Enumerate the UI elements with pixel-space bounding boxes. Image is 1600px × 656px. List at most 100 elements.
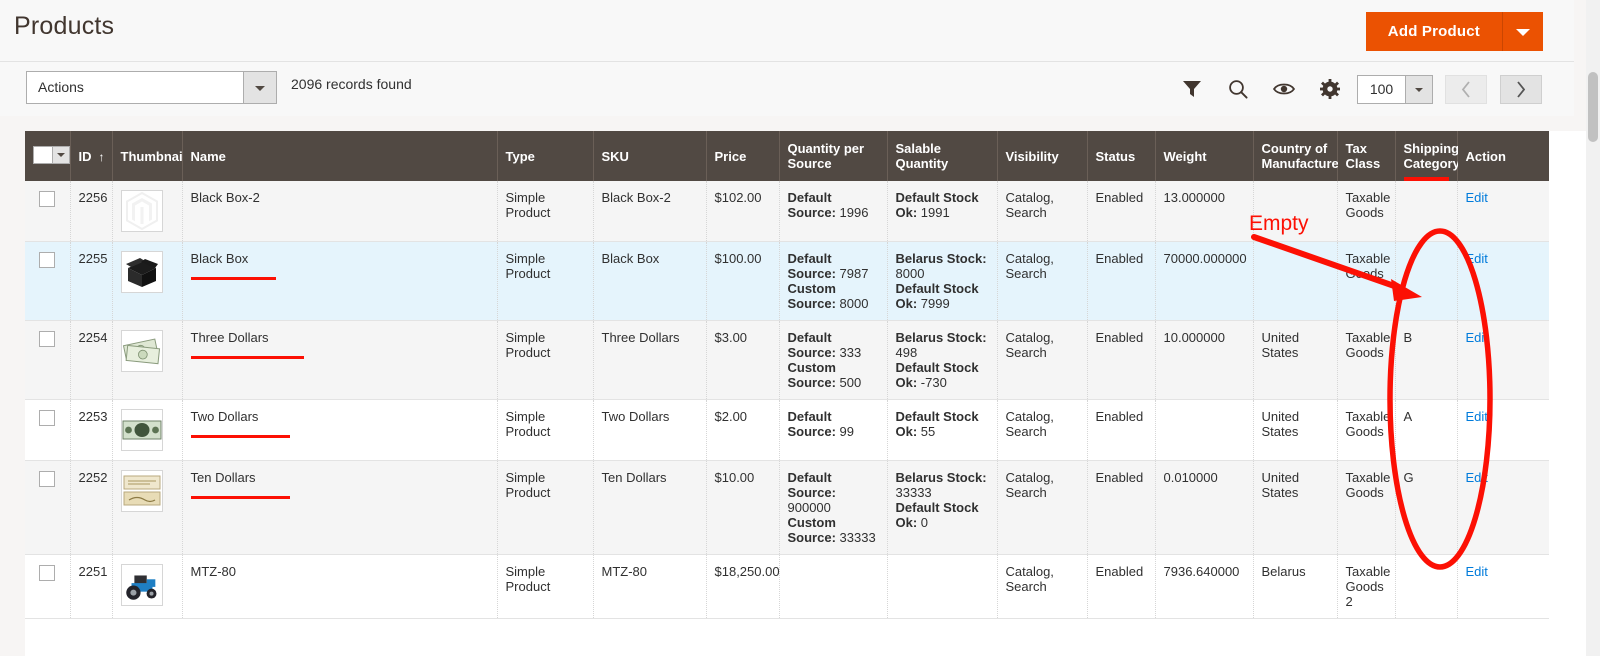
tax-class-value: Taxable Goods — [1345, 251, 1391, 281]
per-page-selector[interactable]: 100 — [1357, 75, 1433, 104]
row-checkbox[interactable] — [39, 470, 56, 487]
product-id-value: 2252 — [78, 470, 108, 485]
column-header-visibility[interactable]: Visibility — [997, 131, 1088, 181]
table-row[interactable]: 2252 Ten Dollars Simple Product Ten Dollars… — [25, 460, 1549, 555]
column-header-thumbnail[interactable]: Thumbnail — [112, 131, 186, 181]
column-header-name[interactable]: Name — [182, 131, 498, 181]
table-row[interactable]: 2253 Two Dollars Simple Product Two Dollars… — [25, 399, 1549, 461]
two-dollar-bill-icon — [120, 409, 163, 451]
product-visibility: Catalog, Search — [997, 241, 1088, 321]
table-row[interactable]: 2251 MTZ-80 Simple Product MTZ-80 $18,250.00… — [25, 554, 1549, 619]
product-status-value: Enabled — [1095, 470, 1144, 485]
column-header-label: Price — [714, 148, 747, 164]
column-header-select[interactable] — [25, 131, 71, 181]
product-thumbnail-cell — [112, 399, 183, 461]
eye-icon[interactable] — [1273, 78, 1295, 100]
column-header-status[interactable]: Status — [1087, 131, 1156, 181]
product-sku: Three Dollars — [593, 320, 707, 400]
product-name-value: Three Dollars — [190, 330, 269, 345]
country-of-manufacture-value: United States — [1261, 330, 1300, 360]
salable-quantity-entry: Default Stock Ok: 1991 — [896, 190, 989, 220]
salable-quantity: Belarus Stock: 33333 Default Stock Ok: 0 — [887, 460, 998, 555]
search-icon[interactable] — [1227, 78, 1249, 100]
chevron-down-icon[interactable] — [243, 72, 276, 103]
product-name-cell: Ten Dollars — [182, 460, 498, 555]
filter-icon[interactable] — [1181, 78, 1203, 100]
quantity-per-source-label: Custom Source: — [787, 360, 836, 390]
select-all-dropdown[interactable] — [33, 146, 70, 164]
product-status: Enabled — [1087, 241, 1156, 321]
row-checkbox[interactable] — [39, 190, 56, 207]
product-status-value: Enabled — [1095, 330, 1144, 345]
chevron-right-icon — [1517, 81, 1526, 98]
shipping-category: G — [1395, 460, 1458, 555]
column-header-weight[interactable]: Weight — [1155, 131, 1254, 181]
column-header-label: Tax Class — [1345, 141, 1381, 171]
column-header-action[interactable]: Action — [1457, 131, 1549, 181]
edit-link[interactable]: Edit — [1466, 409, 1488, 424]
vertical-scrollbar-thumb[interactable] — [1588, 72, 1598, 142]
chevron-left-icon — [1461, 81, 1470, 98]
vertical-scrollbar-track[interactable] — [1586, 0, 1600, 656]
product-price: $10.00 — [706, 460, 780, 555]
table-row[interactable]: 2254 Three Dollars Simple Product Three Dol… — [25, 320, 1549, 400]
column-header-salable_qty[interactable]: Salable Quantity — [887, 131, 998, 181]
tax-class-value: Taxable Goods — [1345, 409, 1391, 439]
tax-class: Taxable Goods — [1337, 181, 1396, 242]
column-header-qty_per_source[interactable]: Quantity per Source — [779, 131, 888, 181]
column-header-price[interactable]: Price — [706, 131, 780, 181]
edit-link[interactable]: Edit — [1466, 190, 1488, 205]
product-type: Simple Product — [497, 320, 594, 400]
product-id-value: 2256 — [78, 190, 108, 205]
row-checkbox[interactable] — [39, 564, 56, 581]
chevron-down-icon[interactable] — [52, 147, 69, 163]
previous-page-button[interactable] — [1445, 75, 1487, 104]
table-row[interactable]: 2256 Black Box-2 Simple Product Black Box-2… — [25, 181, 1549, 242]
annotation-name-underline — [190, 435, 290, 438]
products-table: ID ↑ Thumbnail Name Type SKU Price Quantity per… — [25, 131, 1549, 619]
product-thumbnail-cell — [112, 241, 183, 321]
row-checkbox-cell — [25, 554, 71, 619]
actions-dropdown[interactable]: Actions — [26, 71, 277, 104]
add-product-split-button: Add Product — [1365, 12, 1543, 51]
product-price-value: $18,250.00 — [714, 564, 780, 579]
edit-link[interactable]: Edit — [1466, 564, 1488, 579]
column-header-label: Weight — [1163, 148, 1207, 164]
select-all-checkbox[interactable] — [34, 147, 52, 163]
grid-right-gutter — [1549, 131, 1586, 656]
column-header-id[interactable]: ID ↑ — [70, 131, 113, 181]
product-weight-value: 70000.000000 — [1163, 251, 1247, 266]
gear-icon[interactable] — [1319, 78, 1341, 100]
edit-link[interactable]: Edit — [1466, 470, 1488, 485]
table-row[interactable]: 2255 Black Box Simple Product Black Box $100… — [25, 241, 1549, 321]
toolbar-icon-group — [1181, 62, 1341, 116]
product-type: Simple Product — [497, 460, 594, 555]
quantity-per-source-label: Custom Source: — [787, 281, 836, 311]
row-checkbox[interactable] — [39, 251, 56, 268]
product-sku-value: Three Dollars — [601, 330, 680, 345]
row-checkbox[interactable] — [39, 409, 56, 426]
edit-link[interactable]: Edit — [1466, 251, 1488, 266]
product-visibility: Catalog, Search — [997, 554, 1088, 619]
column-header-tax_class[interactable]: Tax Class — [1337, 131, 1396, 181]
row-checkbox[interactable] — [39, 330, 56, 347]
tax-class-value: Taxable Goods — [1345, 470, 1391, 500]
column-header-country[interactable]: Country of Manufacture — [1253, 131, 1339, 181]
product-status: Enabled — [1087, 460, 1156, 555]
quantity-per-source: Default Source: 333 Custom Source: 500 — [779, 320, 888, 400]
column-header-type[interactable]: Type — [497, 131, 594, 181]
product-id-value: 2251 — [78, 564, 108, 579]
edit-link[interactable]: Edit — [1466, 330, 1488, 345]
add-product-button[interactable]: Add Product — [1365, 12, 1502, 51]
tax-class-value: Taxable Goods 2 — [1345, 564, 1391, 609]
column-header-shipping_category[interactable]: Shipping Category — [1395, 131, 1460, 181]
product-sku: Black Box — [593, 241, 707, 321]
chevron-down-icon[interactable] — [1405, 76, 1432, 103]
magento-placeholder-icon — [120, 190, 163, 232]
chevron-down-icon[interactable] — [1502, 12, 1543, 51]
quantity-per-source-entry: Custom Source: 33333 — [788, 515, 879, 545]
column-header-sku[interactable]: SKU — [593, 131, 707, 181]
row-checkbox-cell — [25, 399, 71, 461]
next-page-button[interactable] — [1500, 75, 1542, 104]
country-of-manufacture: United States — [1253, 320, 1338, 400]
